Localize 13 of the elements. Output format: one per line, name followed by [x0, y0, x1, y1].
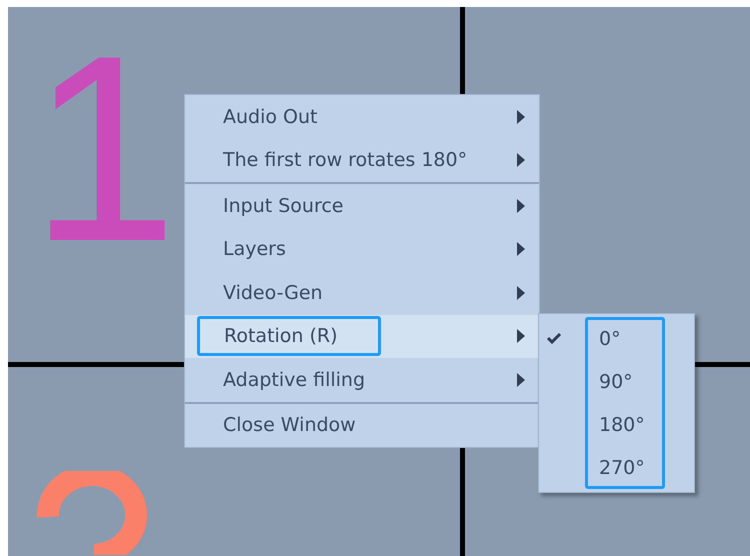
menu-item[interactable]: Input Source	[185, 184, 539, 228]
panel-number: 1	[30, 17, 178, 282]
menu-item[interactable]: The first row rotates 180°	[185, 138, 539, 182]
menu-item[interactable]: Adaptive filling	[185, 358, 539, 402]
menu-item[interactable]: Rotation (R)	[185, 314, 539, 358]
menu-item[interactable]: Close Window	[185, 404, 539, 447]
submenu-item[interactable]: 0°	[539, 317, 694, 360]
menu-item[interactable]: Video-Gen	[185, 271, 539, 314]
menu-item[interactable]: Layers	[185, 228, 539, 271]
submenu-item[interactable]: 90°	[539, 360, 694, 403]
submenu-item[interactable]: 180°	[539, 403, 694, 446]
menu-item[interactable]: Audio Out	[185, 95, 539, 138]
submenu-item[interactable]: 270°	[539, 446, 694, 489]
